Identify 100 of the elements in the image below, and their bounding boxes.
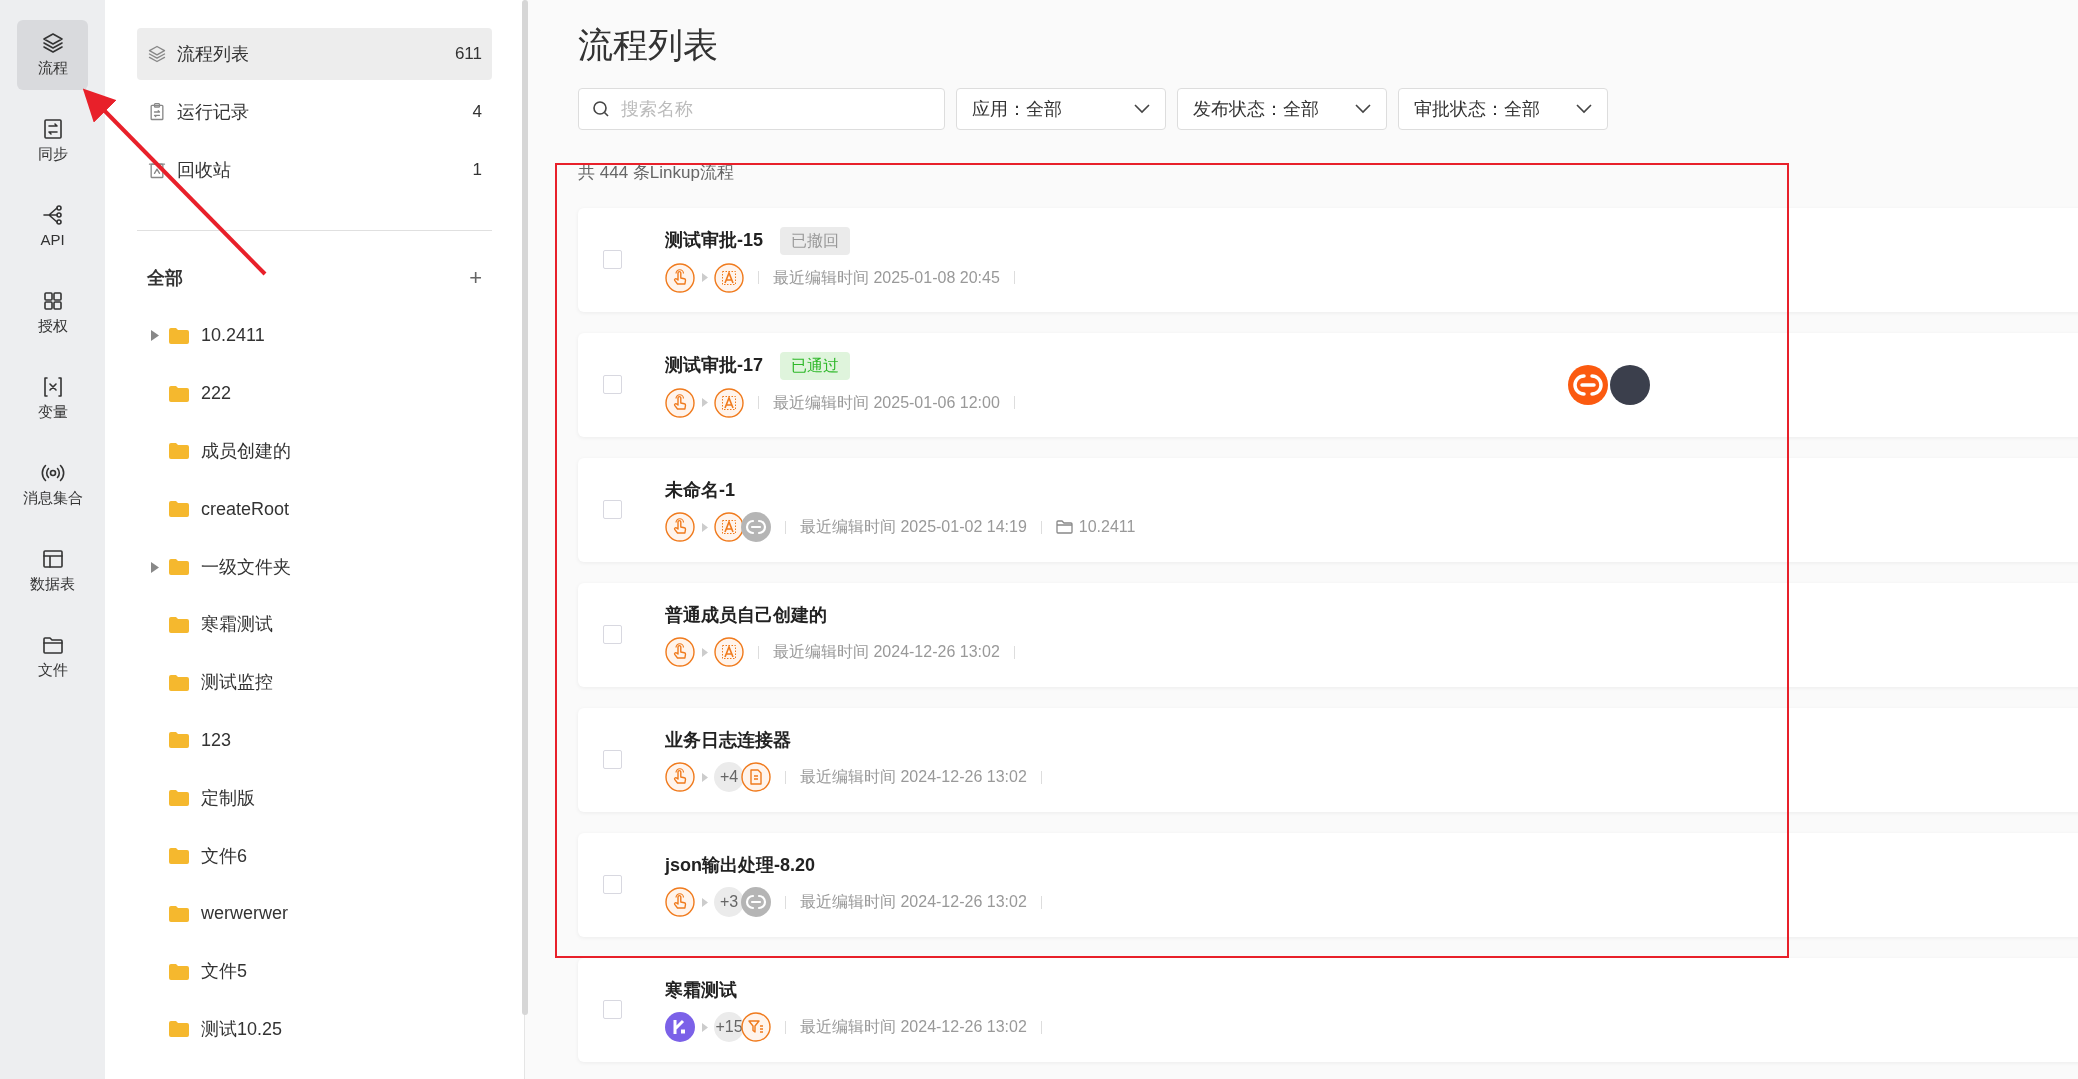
flow-name: 未命名-1 xyxy=(665,479,735,502)
caret-icon[interactable] xyxy=(149,561,159,573)
folder-item[interactable]: 定制版 xyxy=(169,784,255,812)
checkbox[interactable] xyxy=(603,875,622,894)
letter-a-icon xyxy=(714,387,744,418)
folder-icon xyxy=(169,616,189,633)
hand-icon xyxy=(665,262,695,293)
letter-a-icon xyxy=(714,512,744,542)
edit-time: 最近编辑时间 2025-01-02 14:19 xyxy=(800,517,1027,537)
edit-time: 最近编辑时间 2024-12-26 13:02 xyxy=(773,642,1000,662)
filter-icon xyxy=(741,1012,771,1042)
checkbox[interactable] xyxy=(603,1000,622,1019)
api-icon xyxy=(40,202,65,227)
item-count: 1 xyxy=(472,159,482,182)
flow-name: 测试审批-17 xyxy=(665,354,763,377)
hand-icon xyxy=(665,637,695,667)
filter-dropdown[interactable]: 发布状态：全部 xyxy=(1177,88,1387,130)
hand-icon xyxy=(665,762,695,792)
search-icon xyxy=(592,100,610,118)
nav-item[interactable]: API xyxy=(17,192,88,262)
document-icon xyxy=(741,762,771,792)
scrollbar[interactable] xyxy=(522,0,528,1015)
folder-icon xyxy=(169,501,189,518)
nav-item[interactable]: 流程 xyxy=(17,20,88,90)
caret-icon xyxy=(702,772,708,782)
caret-icon[interactable] xyxy=(149,330,159,342)
hand-icon xyxy=(665,387,695,418)
folder-section-title: 全部 xyxy=(147,266,183,290)
hand-icon xyxy=(665,887,695,917)
item-count: 611 xyxy=(454,43,482,66)
sidebar-item[interactable]: 流程列表 611 xyxy=(137,28,492,80)
nav-item[interactable]: 文件 xyxy=(17,622,88,692)
letter-a-icon xyxy=(714,637,744,667)
folder-item[interactable]: 222 xyxy=(169,380,232,408)
layers-icon xyxy=(40,30,65,55)
nav-item[interactable]: 授权 xyxy=(17,278,88,348)
nav-item[interactable]: 变量 xyxy=(17,364,88,434)
folder-icon xyxy=(169,790,189,807)
avatar-photo-placeholder xyxy=(1610,364,1650,405)
caret-icon xyxy=(702,897,708,907)
chevron-down-icon xyxy=(1576,104,1592,114)
caret-icon xyxy=(702,522,708,532)
nav-item[interactable]: 同步 xyxy=(17,106,88,176)
edit-time: 最近编辑时间 2024-12-26 13:02 xyxy=(800,892,1027,912)
hand-icon xyxy=(665,512,695,542)
chevron-down-icon xyxy=(1134,104,1150,114)
filter-dropdown[interactable]: 审批状态：全部 xyxy=(1398,88,1608,130)
chevron-down-icon xyxy=(1355,104,1371,114)
caret-icon xyxy=(702,647,708,657)
letter-a-icon xyxy=(714,262,744,293)
folder-icon xyxy=(169,732,189,749)
folder-icon xyxy=(169,559,189,576)
folder-icon xyxy=(169,443,189,460)
folder-item[interactable]: 一级文件夹 xyxy=(169,553,291,581)
edit-time: 最近编辑时间 2024-12-26 13:02 xyxy=(800,767,1027,787)
page-title: 流程列表 xyxy=(578,24,719,66)
step-count: +3 xyxy=(714,887,744,917)
folder-item[interactable]: 123 xyxy=(169,726,232,754)
step-count: +15 xyxy=(714,1012,744,1042)
checkbox[interactable] xyxy=(603,750,622,769)
folder-icon xyxy=(169,1021,189,1038)
checkbox[interactable] xyxy=(603,250,622,269)
folder-item[interactable]: createRoot xyxy=(169,495,290,523)
step-count: +4 xyxy=(714,762,744,792)
connector-logo-icon xyxy=(1568,364,1608,405)
folder-item[interactable]: 成员创建的 xyxy=(169,438,291,465)
folder-icon xyxy=(169,327,189,344)
edit-time: 最近编辑时间 2025-01-06 12:00 xyxy=(773,392,1000,413)
folder-icon xyxy=(169,848,189,865)
add-folder-button[interactable]: + xyxy=(469,267,482,289)
checkbox[interactable] xyxy=(603,625,622,644)
status-badge: 已撤回 xyxy=(780,226,850,255)
folder-item[interactable]: 文件6 xyxy=(169,842,247,870)
folder-item[interactable]: 文件5 xyxy=(169,958,247,986)
flow-name: 业务日志连接器 xyxy=(665,729,791,752)
folder-icon xyxy=(169,385,189,402)
folder-item[interactable]: 测试监控 xyxy=(169,669,273,697)
nav-item[interactable]: 数据表 xyxy=(17,536,88,606)
layers-icon xyxy=(147,44,167,64)
flow-name: 测试审批-15 xyxy=(665,229,763,252)
folder-icon xyxy=(1055,520,1073,534)
folder-label: 10.2411 xyxy=(1078,517,1136,537)
filter-dropdown[interactable]: 应用：全部 xyxy=(956,88,1166,130)
search-field[interactable]: 搜索名称 xyxy=(578,88,945,130)
edit-time: 最近编辑时间 2025-01-08 20:45 xyxy=(773,267,1000,288)
folder-item[interactable]: werwerwer xyxy=(169,900,288,928)
folder-icon xyxy=(169,905,189,922)
flow-name: 寒霜测试 xyxy=(665,979,737,1002)
item-count: 4 xyxy=(472,101,482,124)
nav-item[interactable]: 消息集合 xyxy=(17,450,88,520)
folder-item[interactable]: 10.2411 xyxy=(169,322,265,350)
link-icon xyxy=(741,512,771,542)
flow-name: 普通成员自己创建的 xyxy=(665,604,827,627)
caret-icon xyxy=(702,273,708,282)
checkbox[interactable] xyxy=(603,375,622,394)
checkbox[interactable] xyxy=(603,500,622,519)
folder-item[interactable]: 寒霜测试 xyxy=(169,611,273,639)
folder-item[interactable]: 测试10.25 xyxy=(169,1015,283,1043)
flow-name: json输出处理-8.20 xyxy=(665,854,816,877)
link-icon xyxy=(741,887,771,917)
